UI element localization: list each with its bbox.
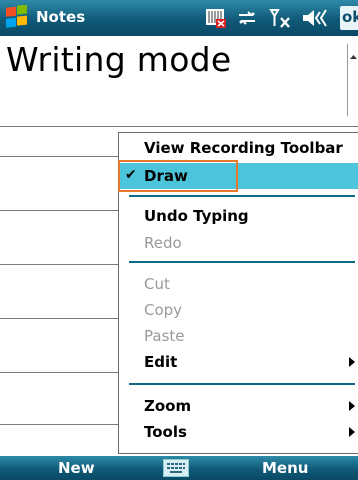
menu-separator [129, 383, 355, 385]
submenu-arrow-icon [349, 427, 355, 437]
speaker-icon[interactable] [300, 6, 330, 30]
scroll-up-arrow-icon[interactable] [348, 52, 358, 62]
app-title: Notes [36, 8, 86, 26]
highlight-box [118, 160, 238, 192]
menu-item-label: View Recording Toolbar [144, 139, 343, 157]
menu-item-label: Copy [144, 301, 183, 319]
submenu-arrow-icon [349, 401, 355, 411]
menu-item-edit[interactable]: Edit [119, 349, 358, 375]
menu-separator [129, 261, 355, 263]
menu-item-label: Cut [144, 275, 170, 293]
vertical-scrollbar[interactable] [347, 44, 358, 116]
ok-button[interactable]: ok [340, 6, 358, 30]
ruled-line [0, 264, 118, 265]
menu-separator [129, 195, 355, 197]
note-heading[interactable]: Writing mode [6, 40, 232, 79]
soft-key-bar: New Menu [0, 456, 358, 480]
sim-card-icon[interactable] [204, 6, 228, 30]
menu-item-label: Tools [144, 423, 187, 441]
menu-item-label: Edit [144, 353, 178, 371]
menu-item-label: Zoom [144, 397, 192, 415]
menu-item-cut: Cut [119, 271, 358, 297]
ruled-line [0, 424, 118, 425]
menu-item-paste: Paste [119, 323, 358, 349]
menu-item-undo-typing[interactable]: Undo Typing [119, 203, 358, 229]
submenu-arrow-icon [349, 357, 355, 367]
keyboard-icon[interactable] [163, 459, 189, 477]
menu-item-label: Undo Typing [144, 207, 249, 225]
menu-item-tools[interactable]: Tools [119, 419, 358, 445]
menu-item-label: Paste [144, 327, 185, 345]
connectivity-icon[interactable] [236, 6, 258, 30]
ruled-line [0, 210, 118, 211]
menu-item-view-recording-toolbar[interactable]: View Recording Toolbar [119, 135, 358, 161]
menu-item-redo: Redo [119, 230, 358, 256]
ruled-line [0, 318, 118, 319]
menu-item-copy: Copy [119, 297, 358, 323]
menu-softkey[interactable]: Menu [262, 459, 308, 477]
signal-off-icon[interactable] [268, 6, 292, 30]
new-softkey[interactable]: New [58, 459, 95, 477]
menu-item-zoom[interactable]: Zoom [119, 393, 358, 419]
ruled-line [0, 126, 358, 127]
ruled-line [0, 156, 118, 157]
title-bar: Notes ok [0, 0, 358, 36]
windows-start-icon[interactable] [4, 5, 30, 31]
ruled-line [0, 372, 118, 373]
menu-item-label: Redo [144, 234, 182, 252]
